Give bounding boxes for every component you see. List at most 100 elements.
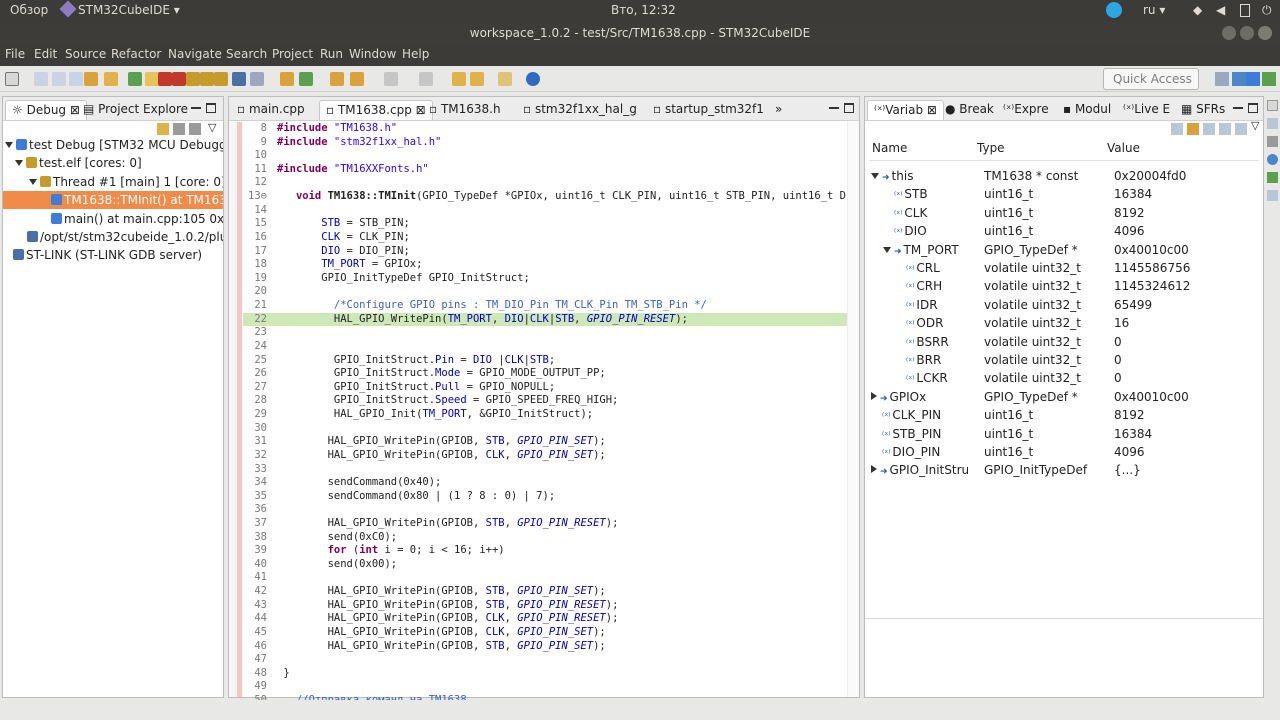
variable-value[interactable]: 4096 [1114, 443, 1264, 461]
variable-value[interactable]: {...} [1114, 461, 1264, 479]
code-line[interactable]: 31 HAL_GPIO_WritePin(GPIOB, STB, GPIO_PI… [243, 435, 847, 449]
tab-live-expressions[interactable]: ⁽ˣ⁾Live E [1117, 100, 1176, 120]
debug-perspective-icon[interactable] [1262, 72, 1276, 86]
forward-icon[interactable] [498, 72, 512, 86]
step-return-icon[interactable] [214, 72, 228, 86]
col-name-header[interactable]: Name [872, 141, 907, 159]
perspective-icon[interactable] [1215, 72, 1229, 86]
collapse-all-vars-icon[interactable] [1187, 123, 1199, 135]
instruction-step-icon[interactable] [232, 72, 246, 86]
variable-row[interactable]: ⁽ˣ⁾ CRL volatile uint32_t 1145586756 [869, 259, 1259, 277]
save-all-icon[interactable] [52, 72, 66, 86]
expand-toggle-icon[interactable] [29, 178, 37, 185]
code-line[interactable]: 11 #include "TM16XXFonts.h" [243, 163, 847, 177]
tab-breakpoints[interactable]: ● Break [939, 100, 1000, 120]
code-line[interactable]: 27 GPIO_InitStruct.Pull = GPIO_NOPULL; [243, 381, 847, 395]
code-line[interactable]: 16 CLK = CLK_PIN; [243, 231, 847, 245]
clock[interactable]: Вто, 12:32 [611, 3, 676, 17]
menu-window[interactable]: Window [349, 47, 396, 61]
wifi-icon[interactable]: ◆ [1193, 3, 1202, 17]
registers-icon[interactable] [1267, 136, 1278, 147]
variable-value[interactable]: 0x40010c00 [1114, 241, 1264, 259]
variable-row[interactable]: ⁽ˣ⁾ STB_PIN uint16_t 16384 [869, 425, 1259, 443]
step-into-icon[interactable] [186, 72, 200, 86]
c-perspective-icon[interactable] [1232, 72, 1246, 86]
code-line[interactable]: 20 [243, 285, 847, 299]
code-line[interactable]: 45 HAL_GPIO_WritePin(GPIOB, CLK, GPIO_PI… [243, 626, 847, 640]
code-line[interactable]: 15 STB = STB_PIN; [243, 217, 847, 231]
variable-row[interactable]: ⁽ˣ⁾ IDR volatile uint32_t 65499 [869, 296, 1259, 314]
tab-main-cpp[interactable]: ▫ main.cpp [231, 100, 311, 120]
code-line[interactable]: 35 sendCommand(0x80 | (1 ? 8 : 0) | 7); [243, 490, 847, 504]
code-line[interactable]: 12 [243, 176, 847, 190]
disassembly-icon[interactable] [1267, 172, 1278, 183]
variable-row[interactable]: ⁽ˣ⁾ DIO uint16_t 4096 [869, 222, 1259, 240]
print-icon[interactable] [69, 72, 83, 86]
restore-icon[interactable] [1267, 100, 1278, 111]
tab-variables[interactable]: ⁽ˣ⁾Variab ⊠ [867, 100, 944, 120]
toggle-view-icon[interactable] [250, 72, 264, 86]
code-line[interactable]: 43 HAL_GPIO_WritePin(GPIOB, STB, GPIO_PI… [243, 599, 847, 613]
select-columns-icon[interactable] [1203, 123, 1215, 135]
code-line[interactable]: 23 [243, 326, 847, 340]
expand-toggle-icon[interactable] [883, 246, 891, 253]
menu-edit[interactable]: Edit [34, 47, 57, 61]
menu-refactor[interactable]: Refactor [111, 47, 161, 61]
code-line[interactable]: 9 #include "stm32f1xx_hal.h" [243, 136, 847, 150]
variable-row[interactable]: ⁽ˣ⁾ BRR volatile uint32_t 0 [869, 351, 1259, 369]
collapse-all-icon[interactable] [189, 123, 201, 135]
code-line[interactable]: 18 TM_PORT = GPIOx; [243, 258, 847, 272]
code-line[interactable]: 19 GPIO_InitTypeDef GPIO_InitStruct; [243, 272, 847, 286]
debug-tree-item[interactable]: test.elf [cores: 0] [3, 154, 223, 172]
terminate-icon[interactable] [158, 72, 172, 86]
minimize-editor-button[interactable] [829, 103, 839, 109]
variable-row[interactable]: ⁽ˣ⁾ CLK uint16_t 8192 [869, 204, 1259, 222]
code-line[interactable]: 40 send(0x00); [243, 558, 847, 572]
menu-source[interactable]: Source [65, 47, 106, 61]
code-line[interactable]: 38 send(0xC0); [243, 531, 847, 545]
app-menu[interactable]: STM32CubeIDE ▾ [59, 0, 180, 18]
open-type-icon[interactable] [330, 72, 344, 86]
expand-toggle-icon[interactable] [5, 142, 13, 148]
battery-icon[interactable] [1240, 4, 1250, 17]
variable-value[interactable]: 0x20004fd0 [1114, 167, 1264, 185]
more-tabs-button[interactable]: » [769, 100, 788, 120]
code-line[interactable]: 33 [243, 463, 847, 477]
expand-toggle-icon[interactable] [871, 391, 877, 400]
outline-icon[interactable] [1267, 190, 1278, 201]
maximize-view-button[interactable] [206, 103, 216, 113]
code-line[interactable]: 22 HAL_GPIO_WritePin(TM_PORT, DIO|CLK|ST… [243, 312, 847, 327]
variable-value[interactable]: 0x40010c00 [1114, 388, 1264, 406]
code-line[interactable]: 29 HAL_GPIO_Init(TM_PORT, &GPIO_InitStru… [243, 408, 847, 422]
layout-icon[interactable] [1171, 123, 1183, 135]
code-line[interactable]: 36 [243, 503, 847, 517]
tab-tm1638-cpp[interactable]: ▫ TM1638.cpp ⊠ [319, 100, 433, 120]
col-value-header[interactable]: Value [1107, 141, 1140, 159]
variable-value[interactable]: 16384 [1114, 185, 1264, 203]
build-icon[interactable] [84, 72, 98, 86]
variable-value[interactable]: 1145586756 [1114, 259, 1264, 277]
menu-navigate[interactable]: Navigate [168, 47, 222, 61]
code-line[interactable]: 48 } [243, 667, 847, 681]
save-icon[interactable] [34, 72, 48, 86]
col-type-header[interactable]: Type [977, 141, 1005, 159]
code-line[interactable]: 24 [243, 340, 847, 354]
code-line[interactable]: 10 [243, 149, 847, 163]
build-all-icon[interactable] [104, 72, 118, 86]
maximize-variables-button[interactable] [1248, 103, 1258, 113]
debug-tree-item[interactable]: Thread #1 [main] 1 [core: 0] (Su [3, 173, 223, 191]
quick-access-input[interactable]: Quick Access [1103, 68, 1199, 90]
variable-value[interactable]: 0 [1114, 333, 1264, 351]
variable-value[interactable]: 1145324612 [1114, 277, 1264, 295]
disconnect-icon[interactable] [172, 72, 186, 86]
variable-value[interactable]: 16 [1114, 314, 1264, 332]
code-line[interactable]: 47 [243, 653, 847, 667]
variable-row[interactable]: ➜ TM_PORT GPIO_TypeDef * 0x40010c00 [869, 241, 1259, 259]
code-line[interactable]: 30 [243, 422, 847, 436]
variable-row[interactable]: ➜ this TM1638 * const 0x20004fd0 [869, 167, 1259, 185]
tab-tm1638-h[interactable]: ▫ TM1638.h [423, 100, 507, 120]
variable-row[interactable]: ⁽ˣ⁾ STB uint16_t 16384 [869, 185, 1259, 203]
code-line[interactable]: 8 #include "TM1638.h" [243, 122, 847, 136]
variable-row[interactable]: ⁽ˣ⁾ ODR volatile uint32_t 16 [869, 314, 1259, 332]
tab-startup-stm32f1[interactable]: ▫ startup_stm32f1 [647, 100, 770, 120]
